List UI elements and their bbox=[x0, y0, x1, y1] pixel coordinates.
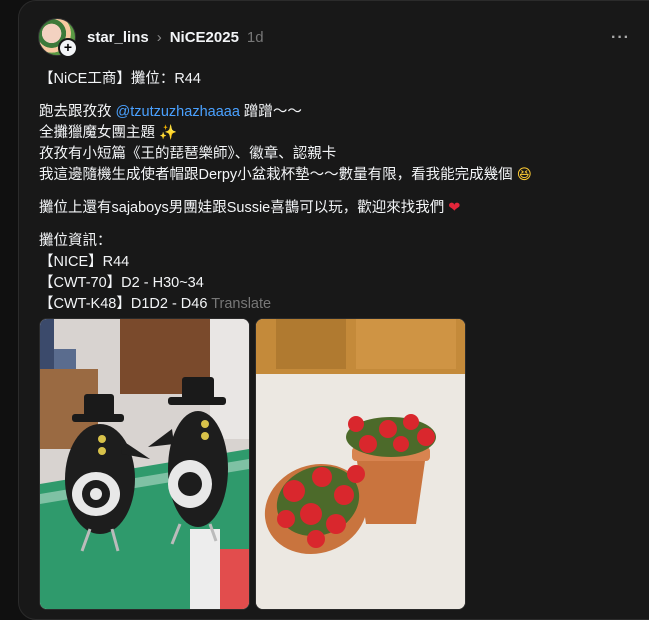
community-link[interactable]: NiCE2025 bbox=[170, 29, 239, 46]
post-text: 蹭蹭～～ bbox=[239, 104, 302, 120]
post-line: 跑去跟孜孜 @tzutzuzhazhaaaa 蹭蹭～～ bbox=[39, 102, 599, 123]
post-body: 【NiCE工商】攤位：R44 跑去跟孜孜 @tzutzuzhazhaaaa 蹭蹭… bbox=[39, 69, 599, 315]
post-time[interactable]: 1d bbox=[247, 29, 264, 46]
post-line: 全攤獵魔女團主題 ✨ bbox=[39, 123, 599, 144]
post-line: 攤位上還有sajaboys男團娃跟Sussie喜鵲可以玩，歡迎來找我們 ❤ bbox=[39, 198, 599, 219]
sparkle-icon: ✨ bbox=[159, 125, 178, 141]
heart-icon: ❤ bbox=[448, 200, 461, 216]
post-line: 孜孜有小短篇《王的琵琶樂師》、徽章、認親卡 bbox=[39, 146, 337, 162]
post-text: 【CWT-K48】D1D2 - D46 bbox=[39, 296, 208, 312]
post-line: 【NICE】R44 bbox=[39, 254, 130, 270]
post-line: 我這邊隨機生成使者帽跟Derpy小盆栽杯墊～～數量有限，看我能完成幾個 😆 bbox=[39, 165, 599, 186]
post-card: + star_lins › NiCE2025 1d ··· 【NiCE工商】攤位… bbox=[18, 0, 649, 620]
post-text: 跑去跟孜孜 bbox=[39, 104, 116, 120]
post-header: star_lins › NiCE2025 1d bbox=[87, 29, 264, 46]
post-text: 我這邊隨機生成使者帽跟Derpy小盆栽杯墊～～數量有限，看我能完成幾個 bbox=[39, 167, 513, 183]
post-text: 攤位上還有sajaboys男團娃跟Sussie喜鵲可以玩，歡迎來找我們 bbox=[39, 200, 445, 216]
post-line: 攤位資訊： bbox=[39, 233, 112, 249]
translate-link[interactable]: Translate bbox=[211, 296, 271, 312]
crochet-flower-pots-photo bbox=[256, 319, 465, 609]
mention-link[interactable]: @tzutzuzhazhaaaa bbox=[116, 104, 240, 120]
follow-plus-icon[interactable]: + bbox=[58, 38, 78, 58]
laughing-emoji-icon: 😆 bbox=[516, 167, 532, 183]
username-link[interactable]: star_lins bbox=[87, 29, 149, 46]
post-image-2[interactable] bbox=[255, 318, 466, 610]
post-line: 【NiCE工商】攤位：R44 bbox=[39, 71, 201, 87]
post-line: 【CWT-70】D2 - H30~34 bbox=[39, 275, 204, 291]
post-text: 全攤獵魔女團主題 bbox=[39, 125, 155, 141]
crochet-birds-photo bbox=[40, 319, 249, 609]
more-options-icon[interactable]: ··· bbox=[611, 29, 630, 47]
chevron-right-icon: › bbox=[156, 29, 162, 46]
post-image-1[interactable] bbox=[39, 318, 250, 610]
post-line: 【CWT-K48】D1D2 - D46 Translate bbox=[39, 294, 599, 315]
